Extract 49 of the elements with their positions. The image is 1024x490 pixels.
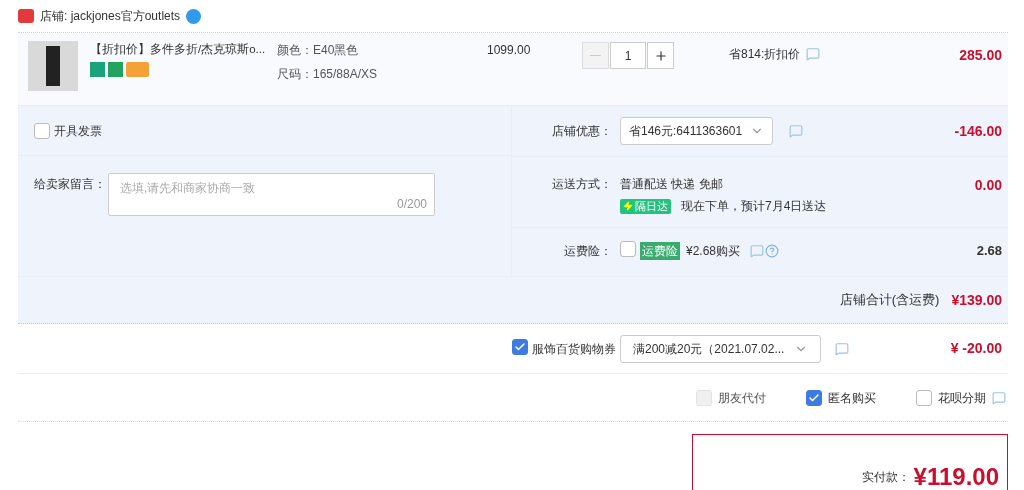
check-icon (808, 391, 820, 404)
checkbox[interactable] (512, 339, 528, 355)
quantity-field[interactable]: 1 (610, 42, 646, 69)
store-name[interactable]: 店铺: jackjones官方outlets (40, 7, 181, 25)
product-attribute: 颜色：E40黑色 (277, 42, 360, 59)
option-label[interactable]: 花呗分期 (938, 388, 986, 407)
shipping-method: 普通配送 快递 免邮 (620, 176, 724, 193)
insurance-amount: 2.68 (976, 242, 1002, 261)
insurance-price: ¥2.68购买 (686, 243, 741, 260)
char-counter: 0/200 (396, 196, 427, 213)
promo-label: 省814:折扣价 (729, 46, 801, 63)
checkbox[interactable] (916, 389, 932, 406)
coupon-amount: ¥ -20.00 (950, 339, 1002, 358)
item-total: 285.00 (959, 46, 1002, 65)
plus-icon (653, 48, 668, 63)
delivery-estimate: 现在下单，预计7月4日送达 (681, 198, 827, 215)
coupon-dropdown[interactable]: 满200减20元（2021.07.02... (620, 334, 822, 363)
coupon-label[interactable]: 服饰百货购物券 (532, 339, 616, 358)
next-day-badge: 隔日达 (620, 198, 671, 214)
shipping-label: 运送方式： (551, 176, 613, 193)
chat-icon[interactable] (750, 244, 765, 258)
insurance-label: 运费险： (563, 243, 613, 260)
check-icon (514, 341, 526, 353)
checkbox[interactable] (806, 389, 822, 406)
unit-price: 1099.00 (487, 42, 532, 59)
shipping-amount: 0.00 (974, 176, 1002, 195)
invoice-label[interactable]: 开具发票 (54, 121, 102, 140)
discount-amount: -146.00 (954, 121, 1002, 141)
payment-label: 实付款： (861, 469, 910, 486)
help-icon[interactable] (765, 244, 780, 258)
product-title[interactable]: 【折扣价】多件多折/杰克琼斯o... (90, 41, 275, 59)
minus-icon (590, 54, 601, 57)
store-total-label: 店铺合计(含运费) (839, 291, 940, 310)
checkbox[interactable] (620, 240, 636, 257)
chat-icon[interactable] (835, 341, 850, 356)
chat-icon[interactable] (806, 47, 821, 61)
payment-amount: ¥119.00 (913, 465, 999, 489)
increase-button[interactable] (647, 42, 674, 69)
discount-dropdown[interactable]: 省146元:6411363601 (620, 117, 774, 145)
insurance-tag: 运费险 (640, 242, 680, 260)
chat-icon[interactable] (992, 390, 1006, 405)
chat-icon[interactable] (789, 124, 804, 138)
option-label[interactable]: 匿名购买 (828, 388, 876, 407)
checkbox[interactable] (34, 122, 50, 139)
product-attribute: 尺码：165/88A/XS (277, 66, 379, 83)
product-photo (28, 41, 78, 91)
store-total-amount: ¥139.00 (951, 290, 1002, 310)
store-discount-label: 店铺优惠： (551, 123, 613, 140)
message-label: 给卖家留言： (34, 176, 106, 193)
